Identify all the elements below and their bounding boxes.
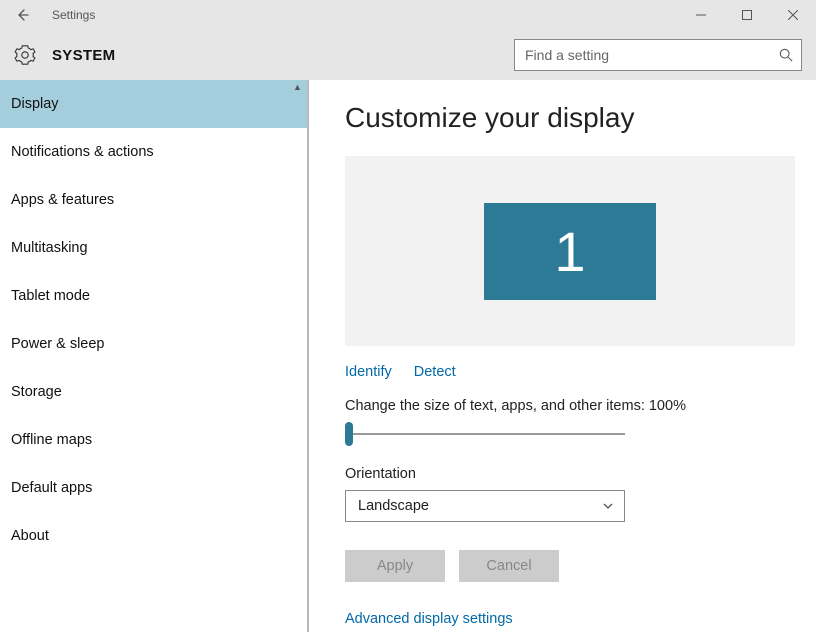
- scroll-up-icon: ▲: [293, 82, 303, 92]
- slider-track: [345, 433, 625, 435]
- sidebar-item-label: Default apps: [11, 480, 92, 496]
- monitor-tile-1[interactable]: 1: [484, 203, 656, 300]
- sidebar-item-label: Apps & features: [11, 192, 114, 208]
- maximize-button[interactable]: [724, 0, 770, 30]
- sidebar-item-label: Display: [11, 96, 59, 112]
- display-preview: 1: [345, 156, 795, 346]
- sidebar-item-multitasking[interactable]: Multitasking: [0, 224, 307, 272]
- sidebar-item-power-sleep[interactable]: Power & sleep: [0, 320, 307, 368]
- sidebar-item-display[interactable]: Display: [0, 80, 307, 128]
- scale-label: Change the size of text, apps, and other…: [345, 398, 800, 414]
- sidebar-item-offline-maps[interactable]: Offline maps: [0, 416, 307, 464]
- sidebar-item-default-apps[interactable]: Default apps: [0, 464, 307, 512]
- search-box[interactable]: [514, 39, 802, 71]
- main-pane: Customize your display 1 Identify Detect…: [309, 80, 816, 632]
- chevron-down-icon: [602, 500, 614, 512]
- sidebar: ▲ Display Notifications & actions Apps &…: [0, 80, 309, 632]
- sidebar-item-label: Notifications & actions: [11, 144, 154, 160]
- minimize-button[interactable]: [678, 0, 724, 30]
- dropdown-value: Landscape: [358, 498, 429, 514]
- window-controls: [678, 0, 816, 30]
- sidebar-item-label: Offline maps: [11, 432, 92, 448]
- apply-button[interactable]: Apply: [345, 550, 445, 582]
- sidebar-item-label: Power & sleep: [11, 336, 105, 352]
- cancel-button[interactable]: Cancel: [459, 550, 559, 582]
- identify-link[interactable]: Identify: [345, 364, 392, 380]
- search-icon: [771, 48, 801, 62]
- sidebar-item-tablet-mode[interactable]: Tablet mode: [0, 272, 307, 320]
- advanced-display-link[interactable]: Advanced display settings: [345, 611, 513, 627]
- orientation-label: Orientation: [345, 466, 800, 482]
- sidebar-item-about[interactable]: About: [0, 512, 307, 560]
- sidebar-item-storage[interactable]: Storage: [0, 368, 307, 416]
- sidebar-item-label: Multitasking: [11, 240, 88, 256]
- back-button[interactable]: [0, 0, 44, 30]
- monitor-number: 1: [554, 219, 585, 284]
- section-title: SYSTEM: [52, 47, 115, 64]
- orientation-dropdown[interactable]: Landscape: [345, 490, 625, 522]
- sidebar-item-label: About: [11, 528, 49, 544]
- slider-thumb[interactable]: [345, 422, 353, 446]
- window-title: Settings: [52, 8, 95, 22]
- display-link-row: Identify Detect: [345, 364, 800, 380]
- close-button[interactable]: [770, 0, 816, 30]
- scale-slider[interactable]: [345, 422, 625, 446]
- detect-link[interactable]: Detect: [414, 364, 456, 380]
- header: SYSTEM: [0, 30, 816, 80]
- titlebar: Settings: [0, 0, 816, 30]
- sidebar-item-label: Storage: [11, 384, 62, 400]
- content: ▲ Display Notifications & actions Apps &…: [0, 80, 816, 632]
- search-input[interactable]: [515, 40, 771, 70]
- page-heading: Customize your display: [345, 102, 800, 134]
- button-row: Apply Cancel: [345, 550, 800, 582]
- sidebar-item-notifications[interactable]: Notifications & actions: [0, 128, 307, 176]
- sidebar-item-label: Tablet mode: [11, 288, 90, 304]
- back-arrow-icon: [14, 7, 30, 23]
- gear-icon: [14, 44, 36, 66]
- sidebar-item-apps[interactable]: Apps & features: [0, 176, 307, 224]
